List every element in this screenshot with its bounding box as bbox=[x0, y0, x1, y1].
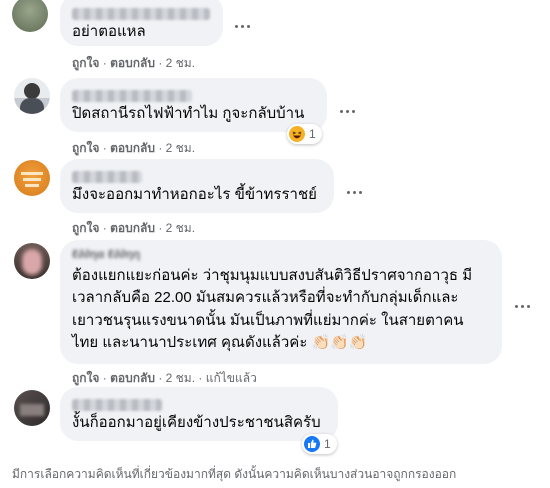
comment-text-line: เยาวชนรุนแรงขนาดนั้น มันเป็นภาพที่แย่มาก… bbox=[72, 312, 464, 329]
timestamp[interactable]: 2 ชม. bbox=[166, 56, 195, 70]
like-button[interactable]: ถูกใจ bbox=[72, 371, 99, 385]
comment-text: ปิดสถานีรถไฟฟ้าทำไม กูจะกลับบ้าน bbox=[72, 105, 305, 122]
reaction-count[interactable]: 1 bbox=[302, 434, 337, 454]
reply-button[interactable]: ตอบกลับ bbox=[110, 221, 155, 235]
reply-button[interactable]: ตอบกลับ bbox=[110, 371, 155, 385]
author-name-blurred[interactable] bbox=[72, 171, 142, 183]
comment-text-line: ไทย และนานาประเทศ คุณดังแล้วค่ะ 👏🏻👏🏻👏🏻 bbox=[72, 334, 368, 351]
reaction-count-number: 1 bbox=[324, 437, 331, 451]
more-options-icon[interactable] bbox=[347, 184, 367, 195]
author-name-blurred[interactable] bbox=[72, 8, 210, 20]
avatar[interactable] bbox=[14, 390, 50, 426]
comment-thread: { "comments": [ { "text": "อย่าตอแหล", "… bbox=[0, 0, 550, 488]
reaction-count-number: 1 bbox=[309, 127, 316, 141]
more-options-icon[interactable] bbox=[235, 18, 255, 29]
comment-actions: ถูกใจ · ตอบกลับ · 2 ชม. bbox=[72, 221, 196, 235]
haha-emoji-icon bbox=[289, 126, 305, 142]
like-button[interactable]: ถูกใจ bbox=[72, 141, 99, 155]
timestamp[interactable]: 2 ชม. bbox=[166, 221, 195, 235]
comment-text: งั้นก็ออกมาอยู่เคียงข้างประชาชนสิครับ bbox=[72, 414, 321, 431]
avatar[interactable] bbox=[14, 78, 50, 114]
comment-text: มึงจะออกมาทำหอกอะไร ขี้ข้าทรราชย์ bbox=[72, 186, 317, 203]
comment-text-line: ต้องแยกแยะก่อนค่ะ ว่าชุมนุมแบบสงบสันติวิ… bbox=[72, 267, 473, 284]
like-button[interactable]: ถูกใจ bbox=[72, 56, 99, 70]
comment-text-line: เวลากลับคือ 22.00 มันสมควรแล้วหรือที่จะท… bbox=[72, 289, 459, 306]
avatar[interactable] bbox=[14, 160, 50, 196]
author-name-blurred[interactable]: ℓ∂∂ηα ℓ∂∂ηη bbox=[72, 247, 140, 261]
author-name-blurred[interactable] bbox=[72, 399, 162, 411]
timestamp[interactable]: 2 ชม. bbox=[166, 141, 195, 155]
avatar[interactable] bbox=[14, 243, 50, 279]
reaction-count[interactable]: 1 bbox=[287, 124, 322, 144]
comment-actions: ถูกใจ · ตอบกลับ · 2 ชม. bbox=[72, 141, 196, 155]
like-button[interactable]: ถูกใจ bbox=[72, 221, 99, 235]
author-name-blurred[interactable] bbox=[72, 90, 192, 102]
comment-actions: ถูกใจ · ตอบกลับ · 2 ชม. · แก้ไขแล้ว bbox=[72, 371, 257, 385]
more-options-icon[interactable] bbox=[340, 103, 360, 114]
edited-label[interactable]: แก้ไขแล้ว bbox=[206, 371, 257, 385]
timestamp[interactable]: 2 ชม. bbox=[166, 371, 195, 385]
reply-button[interactable]: ตอบกลับ bbox=[110, 56, 155, 70]
comment-text: อย่าตอแหล bbox=[72, 23, 146, 40]
filter-notice: มีการเลือกความคิดเห็นที่เกี่ยวข้องมากที่… bbox=[12, 467, 457, 481]
more-options-icon[interactable] bbox=[515, 298, 535, 309]
comment-actions: ถูกใจ · ตอบกลับ · 2 ชม. bbox=[72, 56, 196, 70]
like-icon bbox=[304, 436, 320, 452]
reply-button[interactable]: ตอบกลับ bbox=[110, 141, 155, 155]
avatar[interactable] bbox=[12, 0, 48, 32]
